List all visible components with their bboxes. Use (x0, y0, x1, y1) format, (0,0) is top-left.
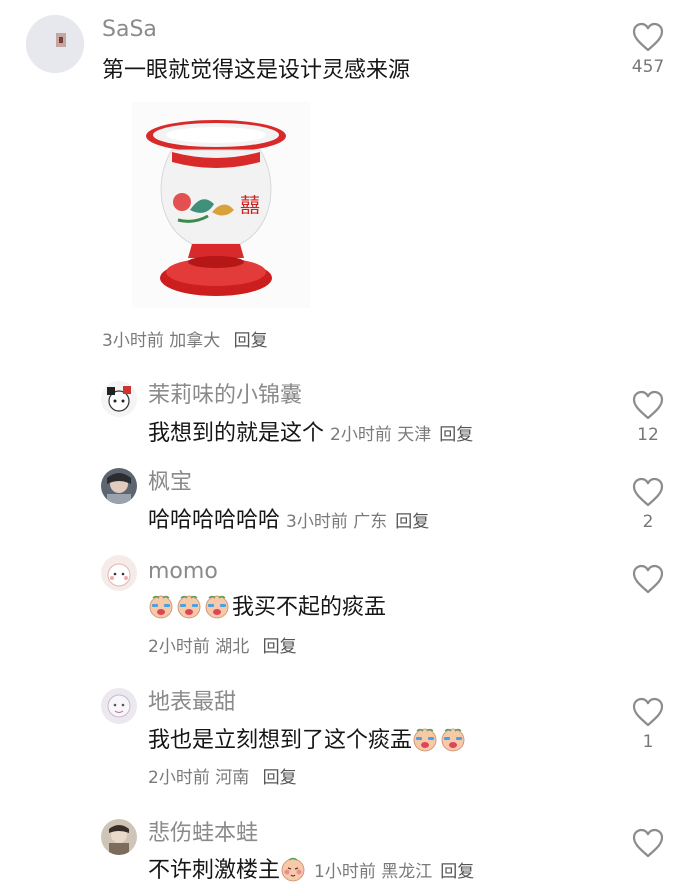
avatar-image (101, 381, 137, 417)
reply-text-line: 我想到的就是这个 2小时前 天津 回复 (148, 419, 473, 450)
reply-button[interactable]: 回复 (439, 425, 473, 445)
reply-button[interactable]: 回复 (234, 331, 268, 351)
reply-text: 我买不起的痰盂 (232, 595, 387, 620)
reply-text-line: 不许刺激楼主 1小时前 黑龙江 回复 (148, 856, 474, 887)
reply-button[interactable]: 回复 (395, 512, 429, 532)
reply-text: 我想到的就是这个 (148, 421, 325, 446)
comment-time: 3小时前 (102, 331, 164, 351)
heart-icon (632, 697, 664, 727)
avatar[interactable] (101, 688, 137, 724)
reply-meta: 2小时前 河南 回复 (148, 766, 297, 790)
comment-username[interactable]: SaSa (102, 16, 157, 44)
reply-meta: 3小时前 广东 回复 (286, 512, 429, 532)
like-count: 2 (642, 512, 654, 532)
reply-text: 哈哈哈哈哈哈 (148, 508, 281, 533)
reply-text-line: 哈哈哈哈哈哈 3小时前 广东 回复 (148, 506, 429, 537)
reply-text: 不许刺激楼主 (148, 858, 281, 883)
crying-face-emoji (204, 593, 230, 619)
avatar[interactable] (101, 381, 137, 417)
like-button[interactable]: 1 (628, 697, 668, 753)
like-count: 1 (642, 732, 654, 752)
avatar[interactable] (101, 555, 137, 591)
like-button[interactable]: 2 (628, 477, 668, 533)
spittoon-illustration: 囍 (132, 102, 310, 308)
like-button[interactable] (628, 564, 668, 598)
avatar-image (101, 688, 137, 724)
reply-location: 黑龙江 (381, 862, 433, 882)
reply-meta: 1小时前 黑龙江 回复 (314, 862, 474, 882)
reply-username[interactable]: 悲伤蛙本蛙 (148, 820, 258, 848)
heart-icon (632, 828, 664, 858)
avatar-image (26, 15, 84, 73)
reply-button[interactable]: 回复 (440, 862, 474, 882)
crying-face-emoji (412, 726, 438, 752)
reply-time: 2小时前 (330, 425, 392, 445)
crying-face-emoji (176, 593, 202, 619)
reply-time: 1小时前 (314, 862, 376, 882)
blushing-face-emoji (280, 856, 306, 882)
avatar-image (101, 819, 137, 855)
reply-location: 河南 (215, 768, 250, 788)
reply-username[interactable]: 茉莉味的小锦囊 (148, 382, 302, 410)
reply-meta: 2小时前 天津 回复 (330, 425, 473, 445)
reply-location: 天津 (397, 425, 432, 445)
reply-time: 2小时前 (148, 637, 210, 657)
heart-icon (632, 564, 664, 594)
reply-time: 3小时前 (286, 512, 348, 532)
reply-text-line: 我买不起的痰盂 (148, 593, 386, 623)
reply-text: 我也是立刻想到了这个痰盂 (148, 728, 413, 753)
reply-button[interactable]: 回复 (263, 768, 297, 788)
avatar[interactable] (101, 819, 137, 855)
reply-time: 2小时前 (148, 768, 210, 788)
comment-location: 加拿大 (169, 331, 221, 351)
avatar[interactable] (101, 468, 137, 504)
reply-username[interactable]: 地表最甜 (148, 689, 236, 717)
crying-face-emoji (148, 593, 174, 619)
comment-meta: 3小时前 加拿大 回复 (102, 329, 268, 353)
avatar-image (101, 468, 137, 504)
reply-username[interactable]: momo (148, 558, 218, 586)
like-count: 12 (637, 425, 659, 445)
heart-icon (632, 477, 664, 507)
spittoon-photo[interactable]: 囍 (132, 102, 310, 308)
like-count: 457 (631, 57, 665, 77)
heart-icon (632, 390, 664, 420)
reply-username[interactable]: 枫宝 (148, 469, 192, 497)
reply-location: 湖北 (215, 637, 250, 657)
reply-location: 广东 (353, 512, 388, 532)
crying-face-emoji (440, 726, 466, 752)
avatar-image (101, 555, 137, 591)
reply-meta: 2小时前 湖北 回复 (148, 635, 297, 659)
reply-text-line: 我也是立刻想到了这个痰盂 (148, 726, 468, 756)
like-button[interactable]: 457 (628, 22, 668, 78)
reply-button[interactable]: 回复 (263, 637, 297, 657)
heart-icon (632, 22, 664, 52)
like-button[interactable] (628, 828, 668, 862)
like-button[interactable]: 12 (628, 390, 668, 446)
avatar[interactable] (26, 15, 84, 73)
comment-text: 第一眼就觉得这是设计灵感来源 (102, 58, 411, 83)
double-happiness-mark: 囍 (240, 193, 260, 217)
